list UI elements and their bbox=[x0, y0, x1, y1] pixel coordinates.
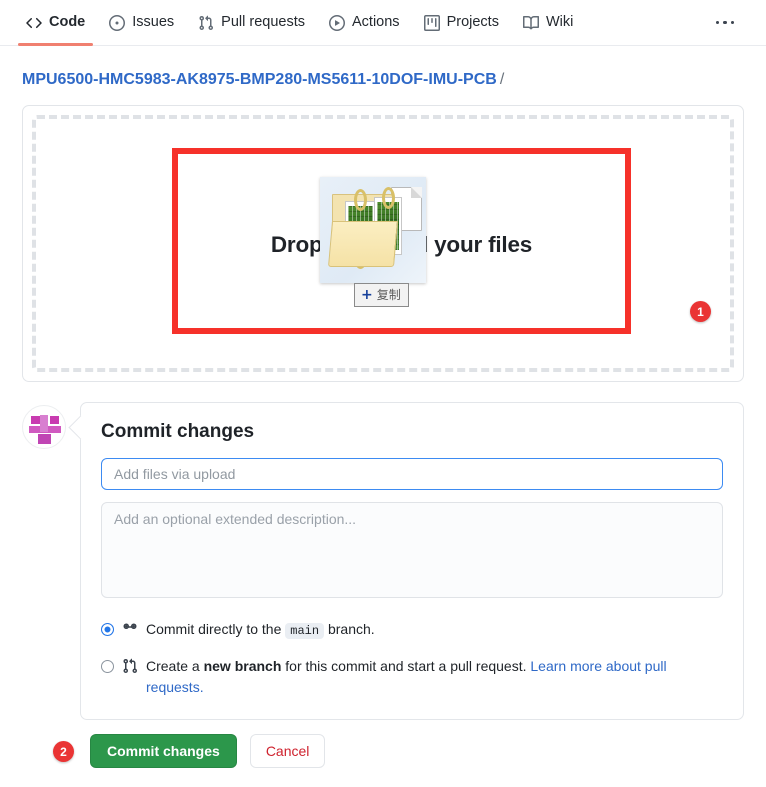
commit-direct-text-before: Commit directly to the bbox=[146, 621, 282, 637]
issue-opened-icon bbox=[109, 14, 126, 31]
cancel-button[interactable]: Cancel bbox=[249, 734, 326, 769]
file-upload-dropzone[interactable]: Drop to upload your files + 复制 1 bbox=[22, 105, 744, 382]
commit-option-direct[interactable]: Commit directly to the main branch. bbox=[101, 619, 723, 644]
new-branch-text-before: Create a bbox=[146, 657, 200, 674]
commit-form-panel: Commit changes Commit directly to the ma… bbox=[80, 402, 744, 721]
branch-name-badge: main bbox=[285, 623, 325, 639]
book-icon bbox=[522, 15, 539, 31]
drag-ghost-ring bbox=[382, 187, 395, 209]
tab-issues-label: Issues bbox=[132, 14, 175, 31]
breadcrumb-repo-link[interactable]: MPU6500-HMC5983-AK8975-BMP280-MS5611-10D… bbox=[22, 71, 497, 88]
drag-ghost-ring bbox=[354, 189, 367, 211]
plus-icon: + bbox=[361, 286, 373, 303]
tab-code[interactable]: Code bbox=[14, 0, 97, 46]
new-branch-emphasis: new branch bbox=[203, 657, 282, 674]
play-circle-icon bbox=[329, 14, 345, 31]
tab-projects[interactable]: Projects bbox=[412, 0, 511, 46]
breadcrumb: MPU6500-HMC5983-AK8975-BMP280-MS5611-10D… bbox=[0, 46, 766, 89]
tab-wiki[interactable]: Wiki bbox=[511, 0, 585, 46]
tab-wiki-label: Wiki bbox=[545, 14, 574, 31]
breadcrumb-separator: / bbox=[499, 71, 505, 88]
commit-direct-text-after: branch. bbox=[327, 621, 375, 637]
annotation-badge-1: 1 bbox=[690, 301, 711, 322]
nav-overflow-menu-button[interactable] bbox=[698, 0, 753, 46]
tab-pull-requests-label: Pull requests bbox=[221, 14, 305, 31]
overflow-dot bbox=[723, 20, 727, 25]
git-branch-icon bbox=[122, 621, 138, 644]
commit-option-new-branch-text: Create a new branch for this commit and … bbox=[146, 656, 723, 699]
drag-copy-tooltip: + 复制 bbox=[354, 283, 409, 307]
commit-option-direct-text: Commit directly to the main branch. bbox=[146, 619, 723, 641]
drag-ghost-folder-icon bbox=[320, 177, 426, 283]
git-pull-request-icon bbox=[122, 658, 138, 681]
drag-ghost-folder-front bbox=[327, 221, 399, 267]
repo-nav-bar: Code Issues Pull requests Actions Projec… bbox=[0, 0, 766, 46]
project-board-icon bbox=[423, 14, 440, 31]
overflow-dot bbox=[730, 20, 734, 25]
tab-actions[interactable]: Actions bbox=[317, 0, 412, 46]
code-icon bbox=[26, 15, 42, 31]
identicon-graphic bbox=[23, 406, 65, 448]
drag-copy-tooltip-label: 复制 bbox=[376, 288, 401, 302]
commit-actions-bar: 2 Commit changes Cancel bbox=[22, 734, 744, 769]
radio-create-new-branch[interactable] bbox=[101, 659, 114, 673]
commit-option-new-branch[interactable]: Create a new branch for this commit and … bbox=[101, 656, 723, 699]
tab-issues[interactable]: Issues bbox=[97, 0, 186, 46]
tab-projects-label: Projects bbox=[446, 14, 499, 31]
annotation-badge-2: 2 bbox=[53, 741, 74, 763]
avatar bbox=[22, 405, 66, 449]
commit-message-input[interactable] bbox=[101, 458, 723, 490]
commit-section: Commit changes Commit directly to the ma… bbox=[22, 402, 744, 721]
git-pull-request-icon bbox=[198, 15, 214, 31]
dropzone-active-highlight: Drop to upload your files + 复制 1 bbox=[172, 148, 711, 334]
overflow-dot bbox=[715, 20, 719, 25]
new-branch-text-after: for this commit and start a pull request… bbox=[285, 657, 527, 674]
tab-actions-label: Actions bbox=[352, 14, 400, 31]
tab-pull-requests[interactable]: Pull requests bbox=[186, 0, 317, 46]
commit-panel-title: Commit changes bbox=[101, 421, 255, 442]
radio-commit-direct[interactable] bbox=[101, 623, 114, 636]
commit-changes-button[interactable]: Commit changes bbox=[90, 734, 237, 769]
commit-description-textarea[interactable] bbox=[101, 502, 723, 598]
tab-code-label: Code bbox=[49, 14, 86, 31]
